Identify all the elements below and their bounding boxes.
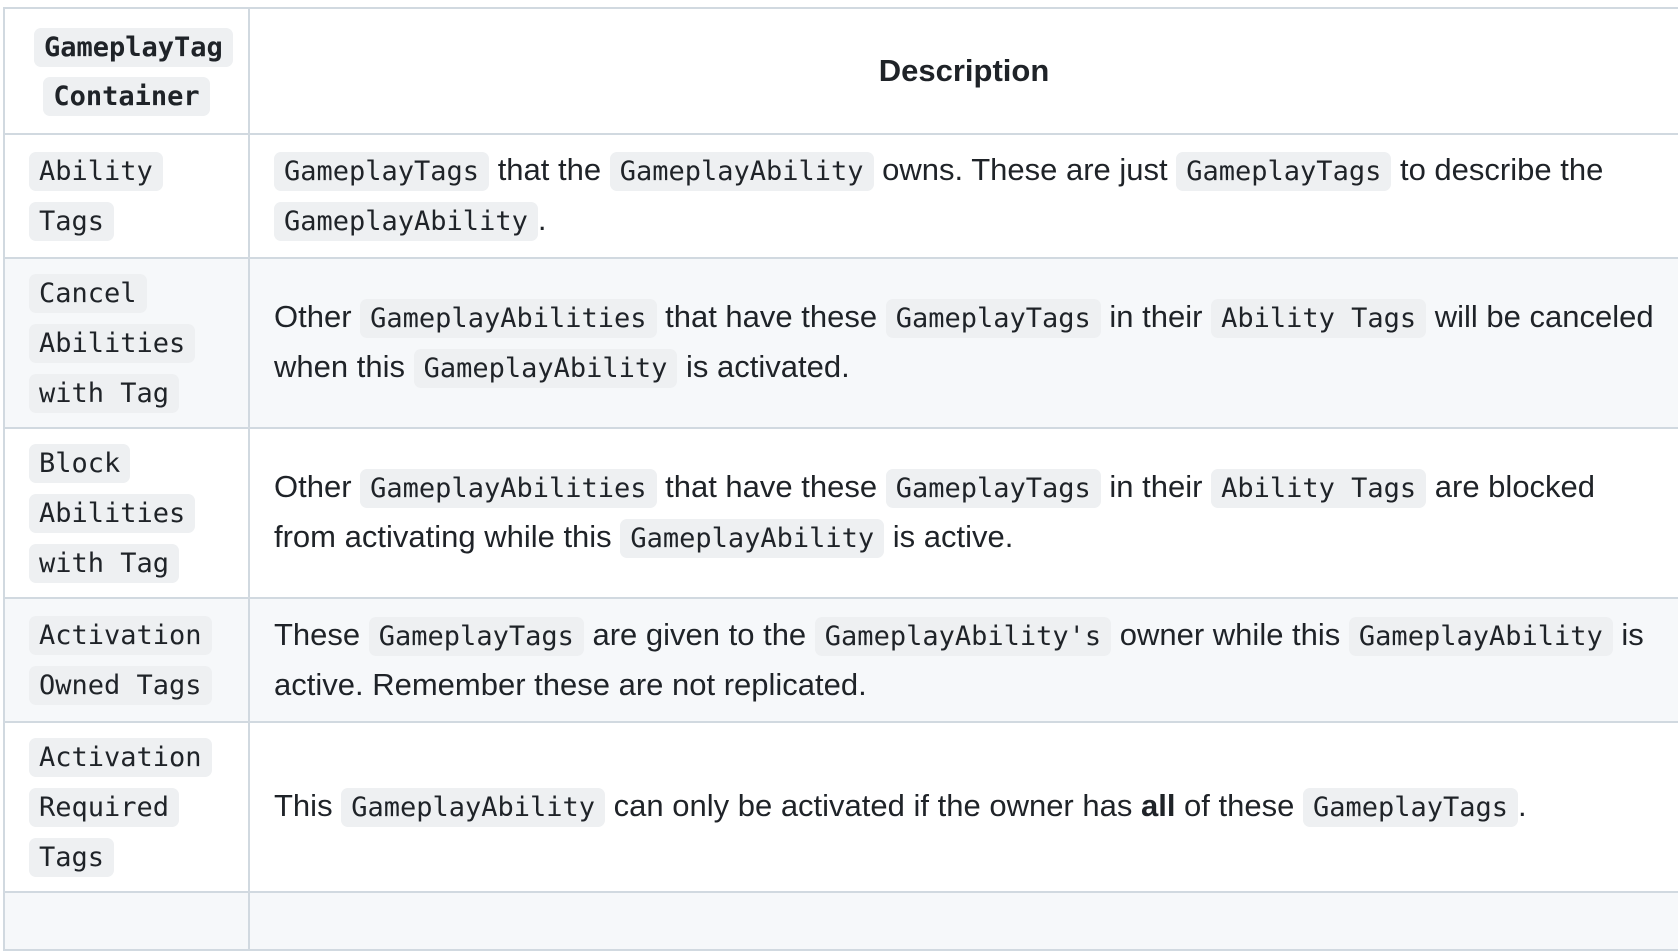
description-text: is active.	[884, 519, 1014, 554]
inline-code: GameplayAbility	[341, 788, 606, 827]
table-row: Activation Owned Tags These GameplayTags…	[3, 597, 1678, 723]
tag-name: Activation Required Tags	[29, 738, 212, 877]
tag-cell: Activation Owned Tags	[3, 597, 250, 723]
description-cell-empty	[248, 891, 1678, 951]
inline-code: GameplayAbility	[620, 519, 885, 558]
tag-name: Block Abilities with Tag	[29, 444, 196, 583]
inline-code: GameplayAbility	[609, 152, 874, 191]
header-tag-container-code: GameplayTag Container	[34, 28, 233, 116]
table-header-row: GameplayTag Container Description	[3, 7, 1678, 135]
inline-code: GameplayTags	[885, 299, 1101, 338]
inline-code: Ability Tags	[1211, 469, 1427, 508]
description-text: owner while this	[1111, 617, 1349, 652]
description-text: that have these	[656, 469, 886, 504]
description-text: This	[274, 788, 342, 823]
tag-name: Ability Tags	[29, 152, 163, 241]
inline-code: GameplayTags	[368, 617, 584, 656]
description-text: that have these	[656, 299, 886, 334]
inline-code: GameplayTags	[1176, 152, 1392, 191]
description-text: Other	[274, 299, 361, 334]
description-text: in their	[1100, 469, 1212, 504]
tag-cell: Ability Tags	[3, 133, 250, 259]
description-cell: Other GameplayAbilities that have these …	[248, 427, 1678, 599]
header-tag-container: GameplayTag Container	[3, 7, 250, 135]
bold-text: all	[1140, 788, 1176, 823]
tag-cell: Activation Required Tags	[3, 721, 250, 893]
description-text: can only be activated if the owner has	[605, 788, 1141, 823]
description-text: in their	[1100, 299, 1212, 334]
tag-cell: Block Abilities with Tag	[3, 427, 250, 599]
inline-code: GameplayTags	[274, 152, 490, 191]
description-text: Other	[274, 469, 361, 504]
header-description: Description	[248, 7, 1678, 135]
tag-name: Activation Owned Tags	[29, 616, 212, 705]
inline-code: GameplayAbilities	[360, 299, 657, 338]
inline-code: GameplayAbility's	[814, 617, 1112, 656]
inline-code: GameplayTags	[1302, 788, 1519, 827]
tag-cell: Cancel Abilities with Tag	[3, 257, 250, 429]
inline-code: Ability Tags	[1211, 299, 1427, 338]
inline-code: GameplayTags	[885, 469, 1101, 508]
description-text: are given to the	[583, 617, 815, 652]
table-row: Block Abilities with Tag Other GameplayA…	[3, 427, 1678, 599]
tag-cell-empty	[3, 891, 250, 951]
description-text: These	[274, 617, 369, 652]
inline-code: GameplayAbility	[413, 349, 678, 388]
table-row: Cancel Abilities with Tag Other Gameplay…	[3, 257, 1678, 429]
description-text: .	[537, 202, 547, 237]
description-text: .	[1518, 788, 1527, 823]
table-row-partial	[3, 891, 1678, 951]
description-text: of these	[1175, 788, 1303, 823]
description-cell: Other GameplayAbilities that have these …	[248, 257, 1678, 429]
description-text: to describe the	[1391, 152, 1604, 187]
gameplay-tag-table: GameplayTag Container Description Abilit…	[3, 7, 1678, 951]
description-cell: GameplayTags that the GameplayAbility ow…	[248, 133, 1678, 259]
tag-name: Cancel Abilities with Tag	[29, 274, 196, 413]
description-cell: These GameplayTags are given to the Game…	[248, 597, 1678, 723]
table-row: Activation Required Tags This GameplayAb…	[3, 721, 1678, 893]
description-text: is activated.	[677, 349, 850, 384]
inline-code: GameplayAbility	[1348, 617, 1613, 656]
inline-code: GameplayAbilities	[360, 469, 657, 508]
description-cell: This GameplayAbility can only be activat…	[248, 721, 1678, 893]
inline-code: GameplayAbility	[274, 202, 538, 241]
description-text: owns. These are just	[873, 152, 1177, 187]
description-text: that the	[489, 152, 610, 187]
table-row: Ability Tags GameplayTags that the Gamep…	[3, 133, 1678, 259]
